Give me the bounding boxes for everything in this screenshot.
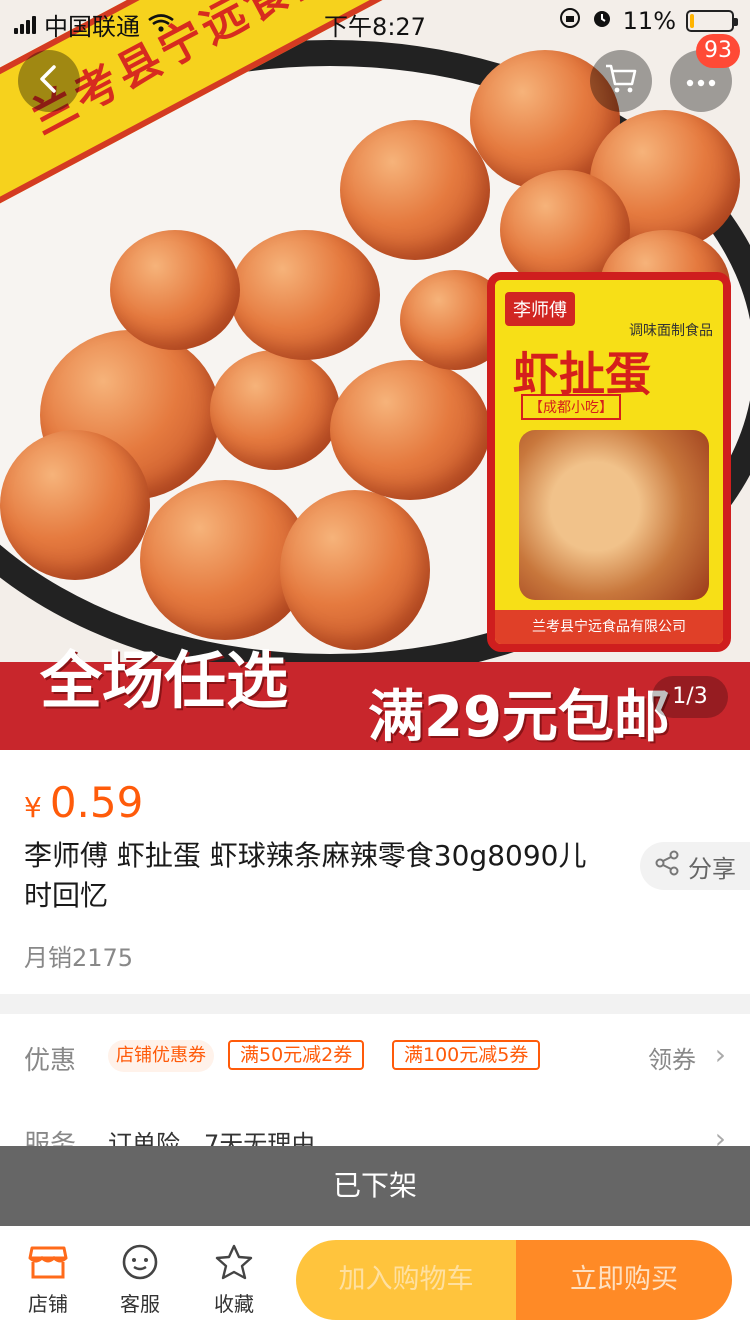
bottom-bar: 店铺 客服 收藏 加入购物车 立即购买 xyxy=(0,1226,750,1334)
back-button[interactable] xyxy=(18,50,80,112)
star-icon xyxy=(192,1244,276,1280)
product-image-carousel[interactable]: 兰考县宁远食品有限公司 李师傅 调味面制食品 虾扯蛋 【成都小吃】 兰考县宁远食… xyxy=(0,0,750,750)
store-tab[interactable]: 店铺 xyxy=(6,1244,90,1328)
image-pager: 1/3 xyxy=(652,676,728,718)
support-label: 客服 xyxy=(120,1292,160,1316)
banner-right-text: 满29元包邮 xyxy=(368,685,670,750)
cart-button[interactable] xyxy=(590,50,652,112)
package-brand: 李师傅 xyxy=(505,292,575,326)
price: ¥0.59 xyxy=(24,778,143,827)
chevron-right-icon: › xyxy=(714,1122,726,1146)
claim-coupon-link[interactable]: 领券 xyxy=(648,1040,696,1075)
package-category: 调味面制食品 xyxy=(629,323,713,339)
share-label: 分享 xyxy=(688,854,736,883)
service-label: 服务 xyxy=(24,1130,77,1146)
status-bar: 中国联通 下午8:27 11% xyxy=(0,0,750,41)
product-info: ¥0.59 李师傅 虾扯蛋 虾球辣条麻辣零食30g8090儿时回忆 分享 月销2… xyxy=(0,750,750,994)
chevron-right-icon: › xyxy=(714,1038,726,1071)
service-text: 订单险，7天无理由 xyxy=(108,1130,316,1146)
shop-coupon-tag: 店铺优惠券 xyxy=(108,1040,214,1072)
package-footer: 兰考县宁远食品有限公司 xyxy=(495,610,723,644)
battery-percent: 11% xyxy=(622,7,676,35)
store-icon xyxy=(6,1244,90,1280)
promo-label: 优惠 xyxy=(24,1046,77,1076)
cart-icon xyxy=(604,63,638,99)
off-shelf-notice: 已下架 xyxy=(0,1146,750,1226)
favorite-label: 收藏 xyxy=(214,1292,254,1316)
product-page: 兰考县宁远食品有限公司 李师傅 调味面制食品 虾扯蛋 【成都小吃】 兰考县宁远食… xyxy=(0,0,750,1334)
orientation-lock-icon xyxy=(559,7,581,35)
package-subtitle: 【成都小吃】 xyxy=(521,394,621,420)
currency-symbol: ¥ xyxy=(24,791,42,824)
coupon-2[interactable]: 满100元减5券 xyxy=(392,1040,541,1070)
buy-now-button[interactable]: 立即购买 xyxy=(516,1240,732,1320)
coupon-1[interactable]: 满50元减2券 xyxy=(228,1040,365,1070)
package-window xyxy=(519,430,709,600)
notification-badge: 93 xyxy=(696,34,740,68)
price-value: 0.59 xyxy=(49,778,144,827)
share-icon xyxy=(654,850,680,882)
support-tab[interactable]: 客服 xyxy=(98,1244,182,1328)
share-button[interactable]: 分享 xyxy=(640,842,750,890)
store-label: 店铺 xyxy=(28,1292,68,1316)
banner-left-text: 全场任选 xyxy=(40,644,289,717)
monthly-sales: 月销2175 xyxy=(24,944,134,972)
support-icon xyxy=(98,1244,182,1280)
alarm-icon xyxy=(591,7,613,35)
favorite-tab[interactable]: 收藏 xyxy=(192,1244,276,1328)
service-row[interactable]: 服务 订单险，7天无理由 › xyxy=(0,1110,750,1146)
more-icon xyxy=(686,72,716,91)
product-title: 李师傅 虾扯蛋 虾球辣条麻辣零食30g8090儿时回忆 xyxy=(24,839,587,912)
product-package: 李师傅 调味面制食品 虾扯蛋 【成都小吃】 兰考县宁远食品有限公司 xyxy=(487,272,731,652)
more-button[interactable]: 93 xyxy=(670,34,740,112)
chevron-left-icon xyxy=(36,64,62,98)
battery-icon xyxy=(686,10,738,32)
promo-row[interactable]: 优惠 店铺优惠券 满50元减2券 满100元减5券 领券 › xyxy=(0,1014,750,1110)
add-to-cart-button[interactable]: 加入购物车 xyxy=(296,1240,516,1320)
